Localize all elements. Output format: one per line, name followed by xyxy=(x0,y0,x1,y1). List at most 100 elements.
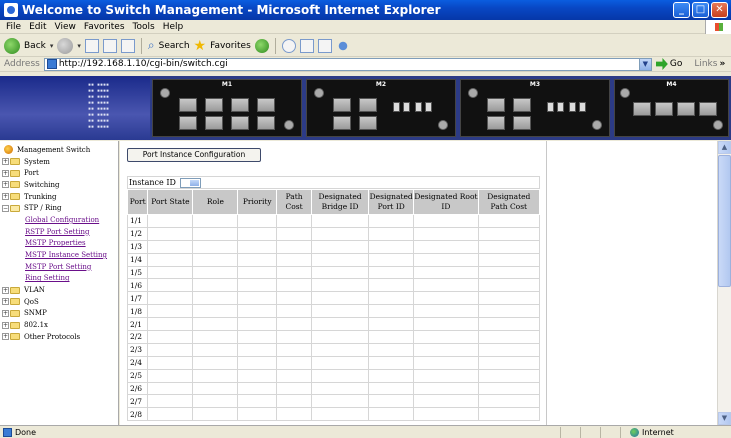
ethernet-port-icon[interactable] xyxy=(179,116,197,130)
sidebar-item-mstp-port-setting[interactable]: MSTP Port Setting xyxy=(2,261,118,273)
fiber-port-icon[interactable] xyxy=(557,102,564,112)
favorites-star-icon[interactable]: ★ xyxy=(194,39,207,53)
module-m4[interactable]: M4 xyxy=(614,79,729,137)
scroll-up-icon[interactable]: ▲ xyxy=(718,141,731,154)
fiber-port-icon[interactable] xyxy=(547,102,554,112)
edit-icon[interactable] xyxy=(317,38,332,53)
menu-favorites[interactable]: Favorites xyxy=(84,22,125,32)
search-icon[interactable]: ⌕ xyxy=(148,38,155,53)
go-arrow-icon[interactable] xyxy=(655,58,668,70)
fiber-port-icon[interactable] xyxy=(579,102,586,112)
links-label[interactable]: Links xyxy=(694,59,717,69)
links-chevron-icon[interactable]: » xyxy=(719,59,725,69)
mail-icon[interactable] xyxy=(281,38,296,53)
menu-edit[interactable]: Edit xyxy=(29,22,46,32)
fiber-port-icon[interactable] xyxy=(569,102,576,112)
module-m2[interactable]: M2 xyxy=(306,79,456,137)
ethernet-port-icon[interactable] xyxy=(333,116,351,130)
address-input[interactable]: http://192.168.1.10/cgi-bin/switch.cgi ▼ xyxy=(43,57,652,71)
address-dropdown-icon[interactable]: ▼ xyxy=(638,58,651,70)
ethernet-port-icon[interactable] xyxy=(699,102,717,116)
forward-arrow-icon[interactable] xyxy=(57,37,74,54)
maximize-button[interactable]: □ xyxy=(692,2,709,18)
ethernet-port-icon[interactable] xyxy=(231,98,249,112)
menu-view[interactable]: View xyxy=(55,22,76,32)
sidebar-item-port[interactable]: + Port xyxy=(2,167,118,179)
module-m1[interactable]: M1 xyxy=(152,79,302,137)
expand-icon[interactable]: + xyxy=(2,321,9,329)
go-button[interactable]: Go xyxy=(670,59,682,69)
collapse-icon[interactable]: − xyxy=(2,204,9,212)
fiber-port-icon[interactable] xyxy=(425,102,432,112)
sidebar-link[interactable]: Global Configuration xyxy=(25,216,99,224)
sidebar-item-mstp-properties[interactable]: MSTP Properties xyxy=(2,238,118,250)
sidebar-link[interactable]: MSTP Properties xyxy=(25,239,86,247)
fiber-port-icon[interactable] xyxy=(393,102,400,112)
ethernet-port-icon[interactable] xyxy=(513,116,531,130)
search-button[interactable]: Search xyxy=(159,41,190,51)
sidebar-item-mstp-instance-setting[interactable]: MSTP Instance Setting xyxy=(2,249,118,261)
refresh-icon[interactable] xyxy=(102,38,117,53)
scroll-thumb[interactable] xyxy=(718,155,731,287)
title-bar[interactable]: Welcome to Switch Management - Microsoft… xyxy=(0,0,731,20)
ethernet-port-icon[interactable] xyxy=(677,102,695,116)
ethernet-port-icon[interactable] xyxy=(655,102,673,116)
ethernet-port-icon[interactable] xyxy=(359,116,377,130)
ethernet-port-icon[interactable] xyxy=(359,98,377,112)
ethernet-port-icon[interactable] xyxy=(257,98,275,112)
favorites-button[interactable]: Favorites xyxy=(210,41,251,51)
sidebar-item-rstp-port-setting[interactable]: RSTP Port Setting xyxy=(2,226,118,238)
tree-root[interactable]: Management Switch xyxy=(2,144,118,156)
expand-icon[interactable]: + xyxy=(2,286,9,294)
port-instance-configuration-button[interactable]: Port Instance Configuration xyxy=(127,148,261,162)
stop-icon[interactable] xyxy=(84,38,99,53)
ethernet-port-icon[interactable] xyxy=(257,116,275,130)
sidebar-item-global-configuration[interactable]: Global Configuration xyxy=(2,214,118,226)
menu-help[interactable]: Help xyxy=(163,22,184,32)
fiber-port-icon[interactable] xyxy=(415,102,422,112)
vertical-scrollbar[interactable]: ▲ ▼ xyxy=(717,141,731,425)
ethernet-port-icon[interactable] xyxy=(205,98,223,112)
sidebar-item-trunking[interactable]: + Trunking xyxy=(2,191,118,203)
back-dropdown-icon[interactable]: ▾ xyxy=(50,42,54,50)
sidebar-link[interactable]: RSTP Port Setting xyxy=(25,228,90,236)
sidebar-item-ring-setting[interactable]: Ring Setting xyxy=(2,273,118,285)
expand-icon[interactable]: + xyxy=(2,158,9,166)
sidebar-item-snmp[interactable]: + SNMP xyxy=(2,308,118,320)
module-m3[interactable]: M3 xyxy=(460,79,610,137)
ethernet-port-icon[interactable] xyxy=(205,116,223,130)
minimize-button[interactable]: _ xyxy=(673,2,690,18)
ethernet-port-icon[interactable] xyxy=(231,116,249,130)
expand-icon[interactable]: + xyxy=(2,298,9,306)
ethernet-port-icon[interactable] xyxy=(333,98,351,112)
messenger-icon[interactable] xyxy=(335,38,350,53)
back-arrow-icon[interactable] xyxy=(4,37,20,54)
sidebar-item-system[interactable]: + System xyxy=(2,156,118,168)
sidebar-link[interactable]: MSTP Port Setting xyxy=(25,263,91,271)
sidebar-item-other-protocols[interactable]: + Other Protocols xyxy=(2,331,118,343)
ethernet-port-icon[interactable] xyxy=(179,98,197,112)
expand-icon[interactable]: + xyxy=(2,193,9,201)
ethernet-port-icon[interactable] xyxy=(633,102,651,116)
sidebar-item-stp-ring[interactable]: − STP / Ring xyxy=(2,202,118,214)
ethernet-port-icon[interactable] xyxy=(487,116,505,130)
home-icon[interactable] xyxy=(120,38,135,53)
sidebar-link[interactable]: Ring Setting xyxy=(25,274,70,282)
expand-icon[interactable]: + xyxy=(2,309,9,317)
sidebar-item-vlan[interactable]: + VLAN xyxy=(2,284,118,296)
sidebar-link[interactable]: MSTP Instance Setting xyxy=(25,251,107,259)
print-icon[interactable] xyxy=(299,38,314,53)
history-icon[interactable] xyxy=(254,38,269,53)
fiber-port-icon[interactable] xyxy=(403,102,410,112)
sidebar-item-switching[interactable]: + Switching xyxy=(2,179,118,191)
sidebar-item-8021x[interactable]: + 802.1x xyxy=(2,319,118,331)
forward-dropdown-icon[interactable]: ▾ xyxy=(77,42,81,50)
ethernet-port-icon[interactable] xyxy=(513,98,531,112)
close-button[interactable]: ✕ xyxy=(711,2,728,18)
back-button[interactable]: Back xyxy=(24,41,46,51)
sidebar-item-qos[interactable]: + QoS xyxy=(2,296,118,308)
instance-id-select[interactable] xyxy=(179,177,201,188)
expand-icon[interactable]: + xyxy=(2,333,9,341)
menu-tools[interactable]: Tools xyxy=(133,22,155,32)
scroll-down-icon[interactable]: ▼ xyxy=(718,412,731,425)
